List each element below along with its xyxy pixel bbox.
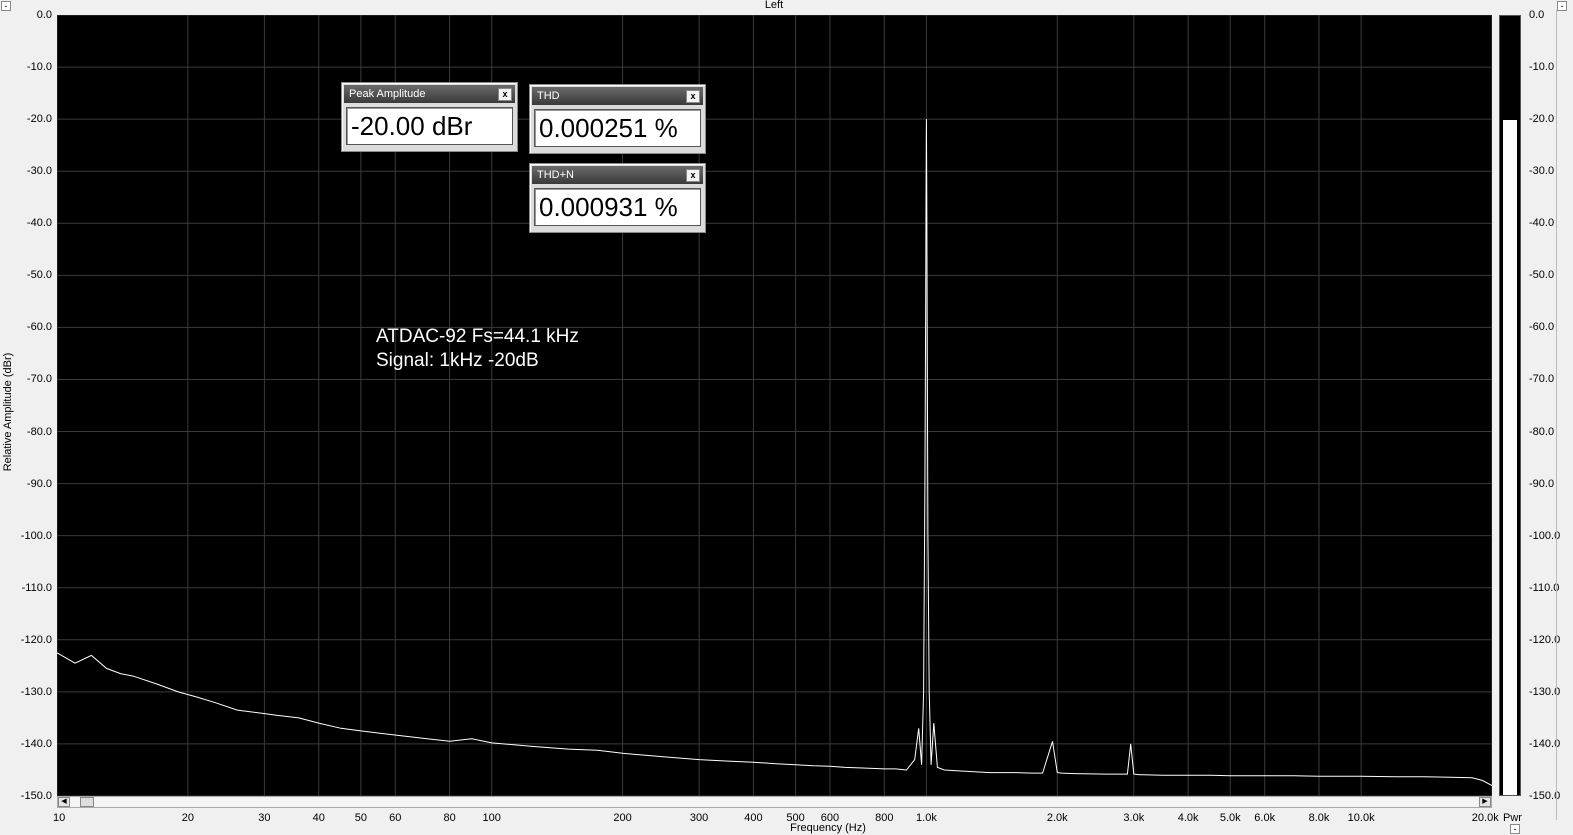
scroll-left-icon[interactable]: ◀ [58,797,70,807]
x-tick-label: 8.0k [1308,812,1330,824]
meter-tick-label: -90.0 [1529,477,1555,490]
close-icon[interactable]: x [686,90,700,103]
spectrum-plot[interactable] [57,15,1492,796]
peak-amplitude-header[interactable]: Peak Amplitude x [344,85,515,103]
power-meter-label: Pwr [1503,812,1522,824]
horizontal-scrollbar[interactable]: ◀ ▶ [57,796,1492,808]
thd-n-header[interactable]: THD+N x [532,166,703,184]
scroll-right-icon[interactable]: ▶ [1479,797,1491,807]
annotation-line-1: ATDAC-92 Fs=44.1 kHz [376,326,579,347]
chart-title: Left [764,0,784,11]
y-tick-label: -70.0 [26,373,52,386]
y-tick-label: -120.0 [20,633,52,646]
annotation-line-2: Signal: 1kHz -20dB [376,350,539,371]
y-tick-label: -100.0 [20,529,52,542]
y-tick-label: -40.0 [26,217,52,230]
vertical-scrollbar[interactable] [1556,10,1569,820]
scroll-thumb[interactable] [80,797,94,807]
y-tick-label: -150.0 [20,790,52,802]
x-tick-label: 80 [443,812,456,824]
thd-n-widget[interactable]: THD+N x 0.000931 % [529,163,706,233]
y-tick-label: -80.0 [26,425,52,438]
top-right-toggle-icon[interactable]: - [1557,1,1567,11]
x-tick-label: 60 [389,812,402,824]
x-tick-label: 200 [613,812,632,824]
x-tick-label: 6.0k [1254,812,1276,824]
x-tick-label: 50 [354,812,367,824]
x-tick-label: 30 [258,812,271,824]
y-axis-label: Relative Amplitude (dBr) [2,352,14,472]
close-icon[interactable]: x [498,88,512,101]
meter-tick-label: -60.0 [1529,321,1555,334]
y-tick-label: -130.0 [20,685,52,698]
y-tick-label: -140.0 [20,737,52,750]
y-tick-label: -20.0 [26,113,52,126]
close-icon[interactable]: x [686,169,700,182]
x-tick-label: 2.0k [1046,812,1068,824]
x-tick-label: 10.0k [1347,812,1375,824]
x-tick-label: 100 [482,812,501,824]
meter-tick-label: -30.0 [1529,165,1555,178]
meter-tick-label: -10.0 [1529,61,1555,74]
bottom-right-toggle-icon[interactable]: - [1510,824,1520,834]
thd-header[interactable]: THD x [532,87,703,105]
spectrum-series-line [57,119,1492,787]
meter-tick-label: -50.0 [1529,269,1555,282]
peak-amplitude-value: -20.00 dBr [346,107,513,145]
x-tick-label: 400 [744,812,763,824]
peak-amplitude-label: Peak Amplitude [349,88,426,100]
meter-tick-label: 0.0 [1529,9,1545,21]
x-tick-label: 1.0k [916,812,937,824]
y-tick-label: -30.0 [26,165,52,178]
y-tick-label: -110.0 [21,581,52,594]
peak-amplitude-widget[interactable]: Peak Amplitude x -20.00 dBr [341,82,518,152]
meter-tick-label: -70.0 [1529,373,1555,386]
thd-label: THD [537,90,560,102]
x-tick-label: 20 [181,812,194,824]
x-tick-label: 5.0k [1219,812,1241,824]
spectrum-svg [57,15,1492,796]
meter-tick-label: -20.0 [1529,113,1555,126]
x-tick-label: 300 [689,812,709,824]
y-tick-label: 0.0 [36,9,52,21]
y-tick-label: -50.0 [26,269,52,282]
x-tick-label: 20.0k [1471,812,1499,824]
x-tick-label: 40 [312,812,325,824]
power-meter-fill [1503,119,1517,795]
thd-widget[interactable]: THD x 0.000251 % [529,84,706,154]
power-meter [1499,15,1521,796]
x-tick-label: 4.0k [1177,812,1199,824]
y-tick-label: -10.0 [26,61,52,74]
meter-tick-label: -110.0 [1529,581,1560,594]
plot-annotation: ATDAC-92 Fs=44.1 kHz Signal: 1kHz -20dB [376,325,579,373]
thd-n-value: 0.000931 % [534,188,701,226]
y-tick-label: -90.0 [26,477,52,490]
x-tick-label: 3.0k [1123,812,1145,824]
y-tick-label: -60.0 [26,321,52,334]
x-tick-label: 10 [53,812,66,824]
x-axis-label: Frequency (Hz) [790,822,866,834]
thd-n-label: THD+N [537,169,574,181]
meter-tick-label: -80.0 [1529,425,1555,438]
meter-tick-label: -40.0 [1529,217,1555,230]
x-tick-label: 800 [875,812,894,824]
thd-value: 0.000251 % [534,109,701,147]
